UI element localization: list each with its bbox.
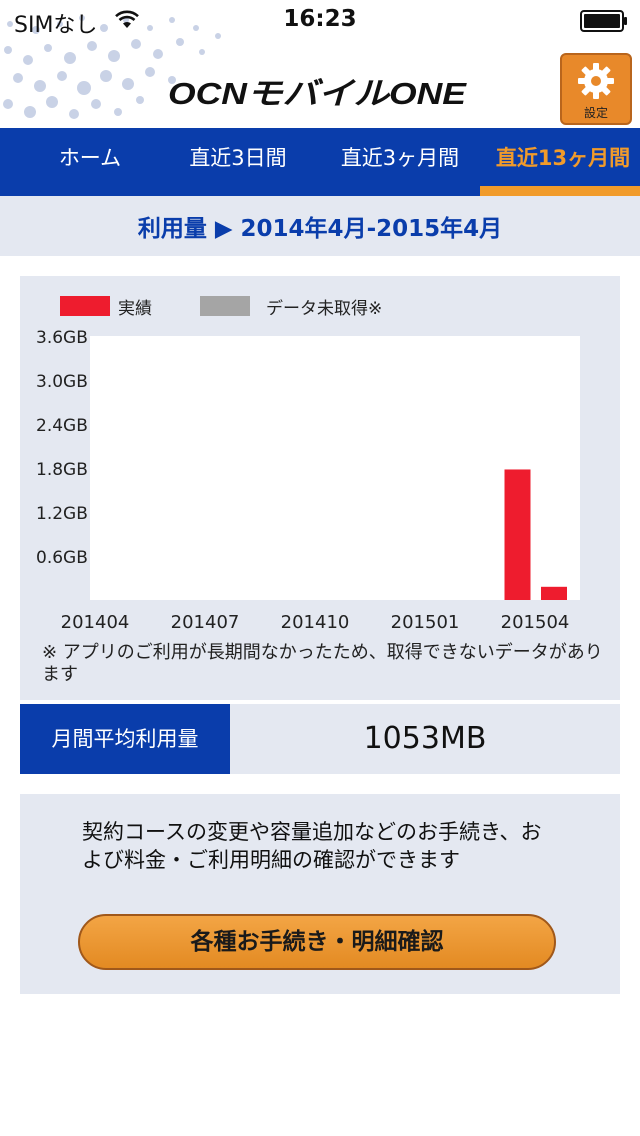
x-tick-label: 201501	[391, 612, 460, 633]
ocn-mobile-one-logo: OCNモバイルONE	[168, 76, 467, 108]
tab-last-3-days[interactable]: 直近3日間	[160, 128, 316, 196]
settings-button[interactable]: 設定	[560, 53, 632, 125]
period-text: 利用量 ▶ 2014年4月-2015年4月	[137, 216, 503, 242]
gear-icon	[578, 63, 614, 99]
y-tick-label: 1.8GB	[36, 460, 88, 480]
app-header: SIMなし 16:23 OCNモバイルONE 設定	[0, 0, 640, 128]
battery-icon	[580, 10, 627, 32]
status-time: 16:23	[283, 6, 357, 32]
x-tick-label: 201404	[61, 612, 130, 633]
x-tick-label: 201410	[281, 612, 350, 633]
chart-footnote: ※ アプリのご利用が長期間なかったため、取得できないデータがあります	[42, 642, 603, 685]
usage-bar-chart: 0.6GB 1.2GB 1.8GB 2.4GB 3.0GB 3.6GB 201404 2014…	[36, 328, 580, 633]
y-tick-label: 3.0GB	[36, 372, 88, 392]
x-tick-label: 201407	[171, 612, 240, 633]
procedure-panel: 契約コースの変更や容量追加などのお手続き、および料金・ご利用明細の確認ができます…	[20, 794, 620, 994]
tab-last-3-months[interactable]: 直近3ヶ月間	[320, 128, 480, 196]
bar-201504	[541, 586, 567, 600]
tab-home[interactable]: ホーム	[0, 128, 180, 196]
monthly-average-label: 月間平均利用量	[20, 704, 230, 774]
period-bar: 利用量 ▶ 2014年4月-2015年4月	[0, 196, 640, 256]
status-bar: SIMなし 16:23	[0, 0, 640, 40]
x-tick-label: 201504	[501, 612, 570, 633]
logo-text: OCNモバイルONE	[168, 76, 467, 108]
settings-label: 設定	[583, 106, 608, 120]
y-tick-label: 3.6GB	[36, 328, 88, 348]
y-tick-label: 2.4GB	[36, 416, 88, 436]
monthly-average-row: 月間平均利用量 1053MB	[20, 704, 620, 774]
bar-201503	[504, 469, 531, 600]
active-tab-indicator	[480, 186, 640, 196]
monthly-average-value: 1053MB	[363, 721, 487, 756]
usage-chart-panel: 実績 データ未取得※ 0.6GB 1.2GB 1.8GB 2.4GB 3.0GB 3.6G…	[20, 276, 620, 700]
y-tick-label: 0.6GB	[36, 548, 88, 568]
procedure-description: 契約コースの変更や容量追加などのお手続き、および料金・ご利用明細の確認ができます	[82, 820, 542, 872]
y-tick-label: 1.2GB	[36, 504, 88, 524]
procedures-statement-button[interactable]: 各種お手続き・明細確認	[78, 914, 556, 970]
